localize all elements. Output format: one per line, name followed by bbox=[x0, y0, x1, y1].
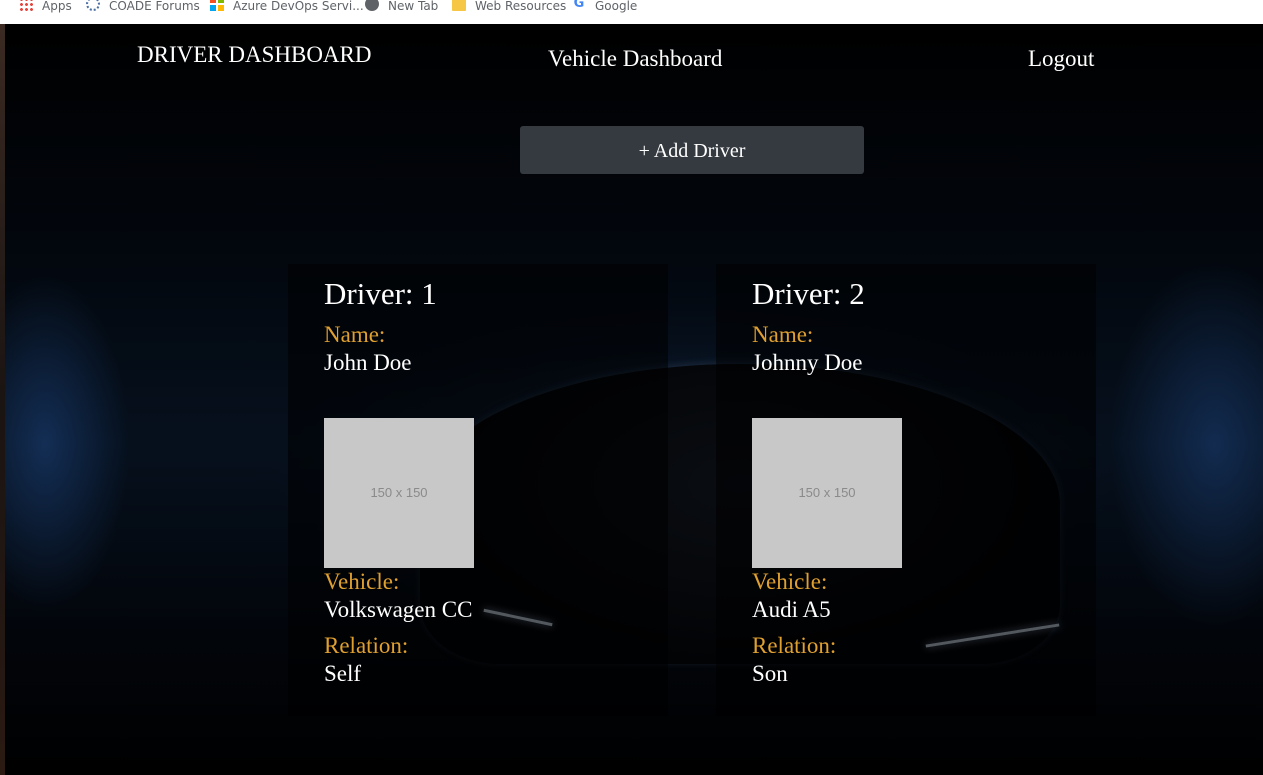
bookmark-azure-devops[interactable]: Azure DevOps Servi... bbox=[210, 0, 364, 12]
vehicle-label: Vehicle: bbox=[752, 569, 828, 594]
bookmark-label: Azure DevOps Servi... bbox=[233, 0, 364, 13]
bookmark-apps[interactable]: Apps bbox=[19, 0, 72, 12]
driver-relation: Self bbox=[324, 661, 362, 686]
bookmark-label: COADE Forums bbox=[109, 0, 200, 13]
relation-label: Relation: bbox=[752, 633, 837, 658]
bookmarks-bar: Apps COADE Forums Azure DevOps Servi... … bbox=[0, 0, 1263, 25]
bookmark-web-resources[interactable]: Web Resources bbox=[452, 0, 566, 12]
add-driver-button[interactable]: + Add Driver bbox=[520, 126, 864, 174]
name-label: Name: bbox=[324, 322, 386, 347]
name-label: Name: bbox=[752, 322, 814, 347]
globe-icon bbox=[365, 0, 379, 11]
relation-label: Relation: bbox=[324, 633, 409, 658]
driver-heading: Driver: 1 bbox=[324, 276, 437, 311]
vehicle-label: Vehicle: bbox=[324, 569, 400, 594]
page-title: DRIVER DASHBOARD bbox=[137, 42, 372, 67]
bookmark-google[interactable]: G Google bbox=[572, 0, 638, 13]
driver-photo-placeholder: 150 x 150 bbox=[324, 418, 474, 568]
driver-card: Driver: 1 Name: John Doe 150 x 150 Vehic… bbox=[288, 264, 668, 716]
bookmark-label: New Tab bbox=[388, 0, 439, 13]
bookmark-label: Apps bbox=[42, 0, 72, 13]
driver-vehicle: Audi A5 bbox=[752, 597, 831, 622]
logout-link[interactable]: Logout bbox=[1028, 46, 1094, 72]
coade-icon bbox=[86, 0, 100, 11]
driver-heading: Driver: 2 bbox=[752, 276, 865, 311]
driver-name: John Doe bbox=[324, 350, 412, 375]
driver-dashboard-page: DRIVER DASHBOARD Vehicle Dashboard Logou… bbox=[5, 24, 1263, 775]
google-icon: G bbox=[573, 0, 585, 11]
apps-grid-icon bbox=[19, 0, 33, 11]
microsoft-icon bbox=[210, 0, 224, 11]
driver-relation: Son bbox=[752, 661, 788, 686]
driver-name: Johnny Doe bbox=[752, 350, 863, 375]
driver-vehicle: Volkswagen CC bbox=[324, 597, 473, 622]
bookmark-coade-forums[interactable]: COADE Forums bbox=[86, 0, 200, 12]
bookmark-new-tab[interactable]: New Tab bbox=[365, 0, 438, 12]
vehicle-dashboard-link[interactable]: Vehicle Dashboard bbox=[548, 46, 722, 72]
folder-icon bbox=[452, 0, 466, 11]
bookmark-label: Web Resources bbox=[475, 0, 567, 13]
bookmark-label: Google bbox=[595, 0, 638, 13]
driver-photo-placeholder: 150 x 150 bbox=[752, 418, 902, 568]
driver-card: Driver: 2 Name: Johnny Doe 150 x 150 Veh… bbox=[716, 264, 1096, 716]
